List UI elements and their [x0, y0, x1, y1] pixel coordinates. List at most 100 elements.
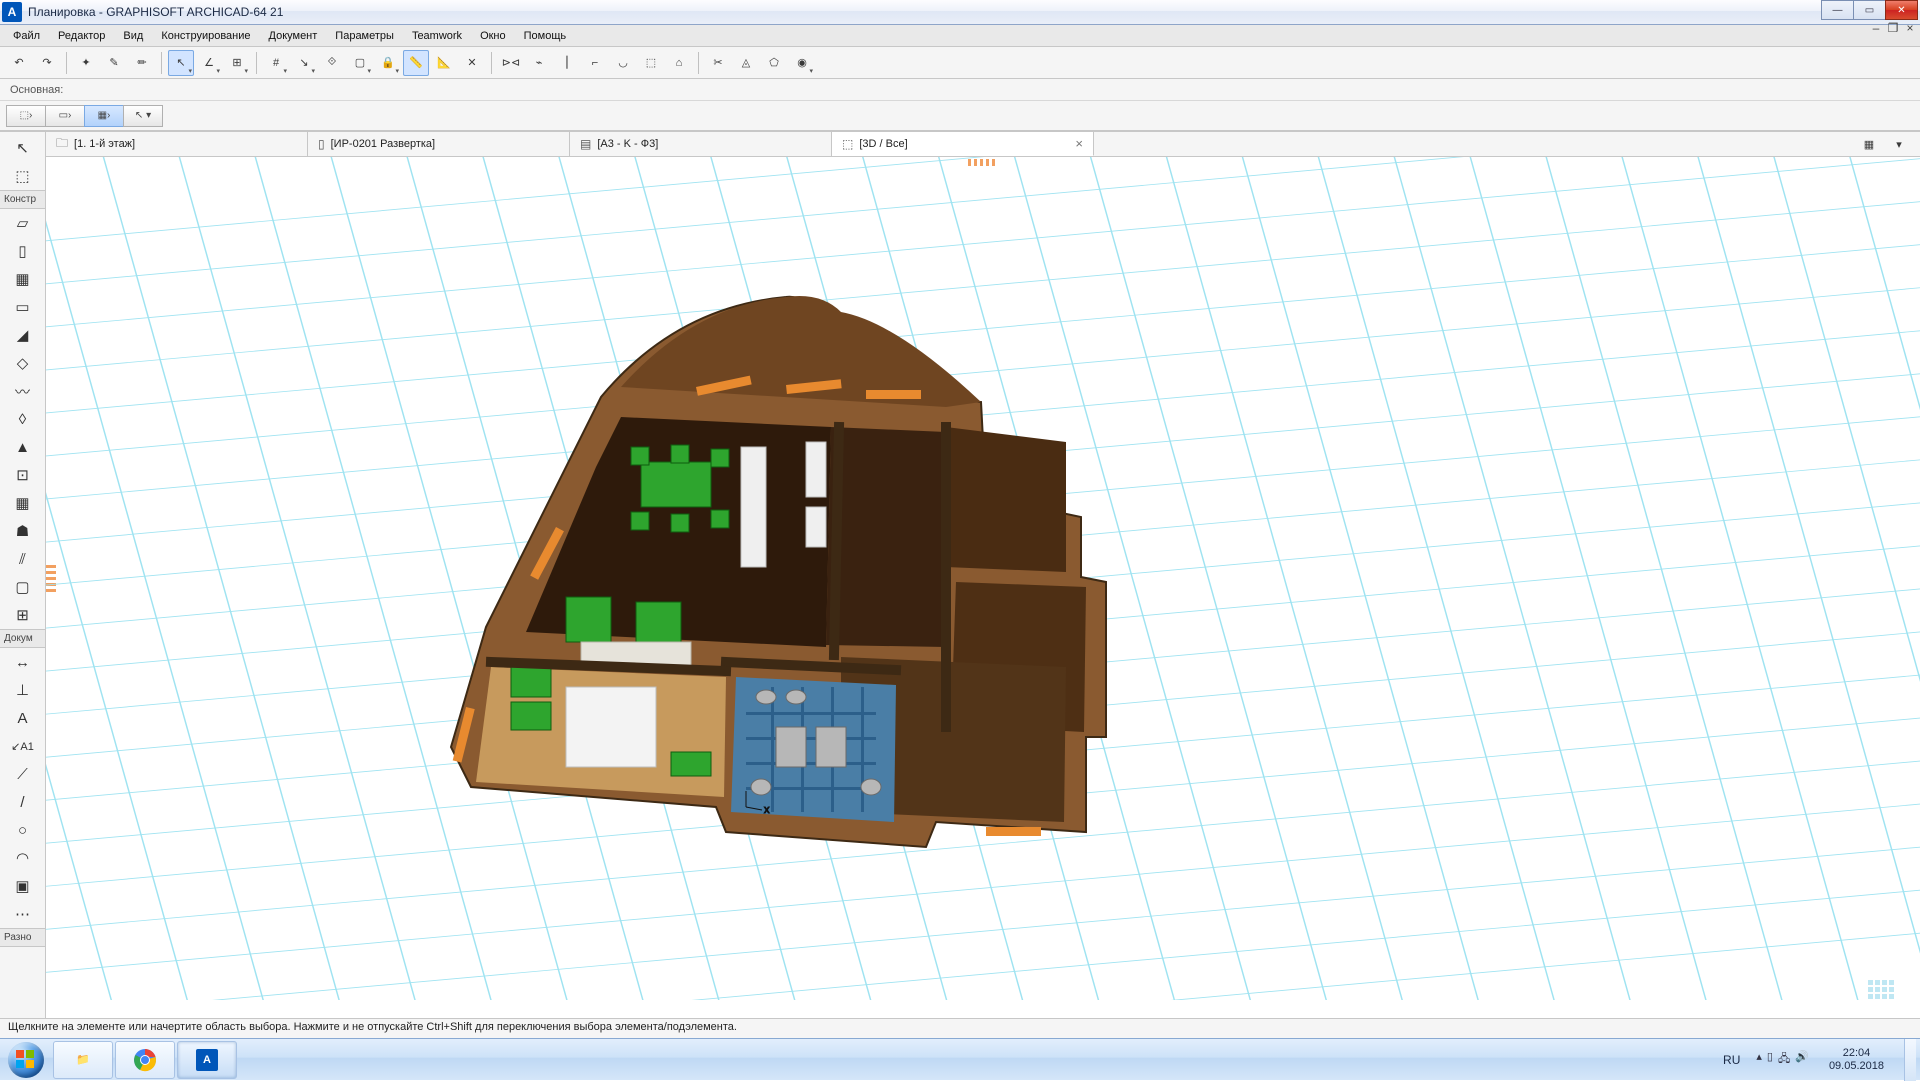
modify-button[interactable]: ⬠ — [761, 50, 787, 76]
start-button[interactable] — [0, 1039, 52, 1081]
cursor-mode-button[interactable]: ↖ — [168, 50, 194, 76]
mode-perspective[interactable]: ⬚› — [6, 105, 46, 127]
windows-taskbar: 📁 A RU ▴ ▯ 🖧 🔊 22:04 09.05.2018 — [0, 1038, 1920, 1080]
trim-button[interactable]: ⊳⊲ — [498, 50, 524, 76]
wall-tool[interactable]: ▱ — [10, 210, 36, 236]
taskbar-archicad[interactable]: A — [177, 1041, 237, 1079]
status-hint-text: Щелкните на элементе или начертите облас… — [8, 1021, 737, 1033]
lock-button[interactable]: 🔒 — [375, 50, 401, 76]
input-language[interactable]: RU — [1717, 1053, 1746, 1067]
app-logo-icon: A — [2, 2, 22, 22]
ruler-button[interactable]: 📏 — [403, 50, 429, 76]
object-tool[interactable]: ⊡ — [10, 462, 36, 488]
menu-file[interactable]: Файл — [4, 27, 49, 45]
solid-ops-button[interactable]: ✂ — [705, 50, 731, 76]
building-model: x — [451, 296, 1106, 847]
menu-teamwork[interactable]: Teamwork — [403, 27, 471, 45]
tray-expand-icon[interactable]: ▴ — [1756, 1050, 1762, 1069]
menu-view[interactable]: Вид — [114, 27, 152, 45]
menu-edit[interactable]: Редактор — [49, 27, 114, 45]
column-tool[interactable]: ▯ — [10, 238, 36, 264]
mesh-tool[interactable]: 〰 — [10, 378, 36, 404]
fillet-button[interactable]: ◡ — [610, 50, 636, 76]
menu-bar: Файл Редактор Вид Конструирование Докуме… — [0, 25, 1920, 47]
arrow-tool[interactable]: ↖ — [10, 135, 36, 161]
menu-options[interactable]: Параметры — [326, 27, 403, 45]
undo-button[interactable]: ↶ — [6, 50, 32, 76]
roof-ops-button[interactable]: ◉ — [789, 50, 815, 76]
pick-button[interactable]: ✦ — [73, 50, 99, 76]
dimension-tool[interactable]: ↔ — [10, 649, 36, 675]
slab-tool[interactable]: ▦ — [10, 266, 36, 292]
mdi-controls: – ❐ × — [1868, 22, 1918, 34]
tray-flag-icon[interactable]: ▯ — [1767, 1050, 1773, 1069]
tray-network-icon[interactable]: 🖧 — [1778, 1050, 1790, 1069]
offset-button[interactable]: ⌂ — [666, 50, 692, 76]
snap-points-button[interactable]: ⟐ — [319, 50, 345, 76]
text-tool[interactable]: A — [10, 705, 36, 731]
inject-button[interactable]: ✏ — [129, 50, 155, 76]
menu-window[interactable]: Окно — [471, 27, 515, 45]
stair-tool[interactable]: ☗ — [10, 518, 36, 544]
info-bar: Основная: — [0, 79, 1920, 101]
door-tool[interactable]: ▢ — [10, 574, 36, 600]
line-tool[interactable]: / — [10, 789, 36, 815]
show-desktop-button[interactable] — [1904, 1039, 1916, 1081]
zone-tool[interactable]: ▦ — [10, 490, 36, 516]
menu-document[interactable]: Документ — [260, 27, 327, 45]
eyedropper-button[interactable]: ✎ — [101, 50, 127, 76]
mode-axon[interactable]: ▭› — [45, 105, 85, 127]
arc-tool[interactable]: ◠ — [10, 845, 36, 871]
label-tool[interactable]: ↙A1 — [10, 733, 36, 759]
menu-design[interactable]: Конструирование — [152, 27, 259, 45]
morph-tool[interactable]: ◊ — [10, 406, 36, 432]
drawing-tool[interactable]: ▣ — [10, 873, 36, 899]
intersect-button[interactable]: ⌐ — [582, 50, 608, 76]
menu-help[interactable]: Помощь — [515, 27, 576, 45]
shell-tool[interactable]: ◇ — [10, 350, 36, 376]
grid-snap-button[interactable]: # — [263, 50, 289, 76]
system-tray: RU ▴ ▯ 🖧 🔊 22:04 09.05.2018 — [1717, 1039, 1920, 1081]
guideline-mode-button[interactable]: ∠ — [196, 50, 222, 76]
taskbar-chrome[interactable] — [115, 1041, 175, 1079]
railing-tool[interactable]: ⫽ — [10, 546, 36, 572]
marquee-tool[interactable]: ⬚ — [10, 163, 36, 189]
level-dim-tool[interactable]: ⊥ — [10, 677, 36, 703]
connect-button[interactable]: ◬ — [733, 50, 759, 76]
mdi-restore[interactable]: ❐ — [1885, 22, 1901, 34]
nav-cube-icon[interactable] — [1868, 980, 1898, 1006]
adjust-button[interactable]: ⎮ — [554, 50, 580, 76]
window-tool[interactable]: ⊞ — [10, 602, 36, 628]
tray-clock[interactable]: 22:04 09.05.2018 — [1819, 1047, 1894, 1073]
suspend-button[interactable]: ✕ — [459, 50, 485, 76]
gravity-button[interactable]: ▢ — [347, 50, 373, 76]
fill-tool[interactable]: ⟋ — [10, 761, 36, 787]
roof-tool[interactable]: ◢ — [10, 322, 36, 348]
3d-viewport[interactable]: x — [46, 157, 1920, 1028]
mode-ortho[interactable]: ▦› — [84, 105, 124, 127]
snap-guides-button[interactable]: ↘ — [291, 50, 317, 76]
maximize-button[interactable]: ▭ — [1853, 0, 1886, 20]
mdi-minimize[interactable]: – — [1868, 22, 1884, 34]
more-tool[interactable]: ⋯ — [10, 901, 36, 927]
tray-volume-icon[interactable]: 🔊 — [1795, 1050, 1809, 1069]
split-button[interactable]: ⌁ — [526, 50, 552, 76]
toolbox-group-misc: Разно — [0, 928, 45, 947]
tray-date: 09.05.2018 — [1829, 1060, 1884, 1073]
select-mode[interactable]: ↖ ▾ — [123, 105, 163, 127]
redo-button[interactable]: ↷ — [34, 50, 60, 76]
geometry-mode-button[interactable]: ⊞ — [224, 50, 250, 76]
mdi-close[interactable]: × — [1902, 22, 1918, 34]
window-title: Планировка - GRAPHISOFT ARCHICAD-64 21 — [28, 5, 283, 19]
circle-tool[interactable]: ○ — [10, 817, 36, 843]
measure-button[interactable]: 📐 — [431, 50, 457, 76]
taskbar-explorer[interactable]: 📁 — [53, 1041, 113, 1079]
close-button[interactable]: ✕ — [1885, 0, 1918, 20]
resize-button[interactable]: ⬚ — [638, 50, 664, 76]
curtainwall-tool[interactable]: ▲ — [10, 434, 36, 460]
minimize-button[interactable]: — — [1821, 0, 1854, 20]
3d-scene: x — [46, 157, 1920, 1000]
beam-tool[interactable]: ▭ — [10, 294, 36, 320]
toolbox-group-document: Докум — [0, 629, 45, 648]
windows-logo-icon — [8, 1042, 44, 1078]
